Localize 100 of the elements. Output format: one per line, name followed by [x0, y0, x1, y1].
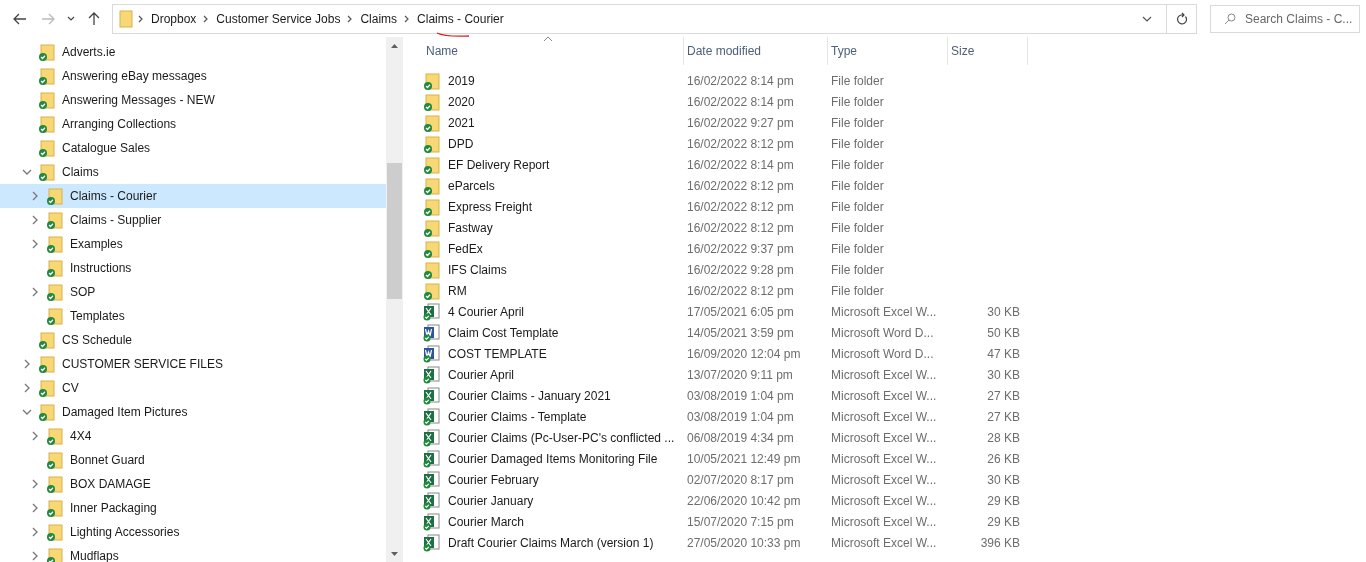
size-cell-text: 396 KB	[979, 535, 1020, 550]
tree-item[interactable]: SOP	[0, 280, 386, 304]
tree-item[interactable]: Lighting Accessories	[0, 520, 386, 544]
folder-icon	[46, 307, 64, 325]
file-name: 4 Courier April	[447, 304, 525, 319]
file-row[interactable]: Courier Claims - January 2021 03/08/2019 1:04 pm Microsoft Excel W... 27 KB	[423, 385, 1366, 406]
file-name: Courier February	[447, 472, 539, 487]
tree-item[interactable]: Arranging Collections	[0, 112, 386, 136]
chevron-right-icon[interactable]	[30, 431, 40, 441]
file-row[interactable]: Courier March 15/07/2020 7:15 pm Microsoft Excel W... 29 KB	[423, 511, 1366, 532]
chevron-down-icon[interactable]	[67, 15, 75, 22]
folder-icon	[38, 115, 56, 133]
file-row[interactable]: COST TEMPLATE 16/09/2020 12:04 pm Microsoft Word D... 47 KB	[423, 343, 1366, 364]
breadcrumb[interactable]: Claims - Courier	[413, 11, 508, 26]
file-row[interactable]: Courier April 13/07/2020 9:11 pm Microsoft Excel W... 30 KB	[423, 364, 1366, 385]
chevron-right-icon[interactable]	[30, 479, 40, 489]
breadcrumb[interactable]: Customer Service Jobs	[212, 11, 345, 26]
scroll-up-icon[interactable]	[390, 42, 399, 49]
dropdown-icon[interactable]	[1142, 15, 1152, 22]
chevron-right-icon[interactable]	[30, 191, 40, 201]
type-cell-text: File folder	[830, 241, 885, 256]
type-cell-text: File folder	[830, 73, 885, 88]
file-row[interactable]: Courier Claims (Pc-User-PC's conflicted ... 06/08/2019 4:34 pm Microsoft Excel W... 28 KB	[423, 427, 1366, 448]
scrollbar-thumb[interactable]	[387, 163, 402, 299]
file-row[interactable]: 2019 16/02/2022 8:14 pm File folder	[423, 70, 1366, 91]
tree-item[interactable]: Templates	[0, 304, 386, 328]
size-cell-text: 27 KB	[986, 409, 1020, 424]
search-field[interactable]: Search Claims - C...	[1210, 4, 1360, 33]
folder-icon	[423, 71, 441, 90]
file-row[interactable]: FedEx 16/02/2022 9:37 pm File folder	[423, 238, 1366, 259]
tree-item[interactable]: Bonnet Guard	[0, 448, 386, 472]
tree-item[interactable]: Catalogue Sales	[0, 136, 386, 160]
file-row[interactable]: Courier January 22/06/2020 10:42 pm Microsoft Excel W... 29 KB	[423, 490, 1366, 511]
type-cell-text: Microsoft Excel W...	[830, 514, 938, 529]
file-row[interactable]: eParcels 16/02/2022 8:12 pm File folder	[423, 175, 1366, 196]
file-row[interactable]: Courier Damaged Items Monitoring File 10/05/2021 12:49 pm Microsoft Excel W... 26 KB	[423, 448, 1366, 469]
chevron-right-icon[interactable]	[30, 527, 40, 537]
chevron-down-icon[interactable]	[22, 407, 32, 417]
tree-item[interactable]: CS Schedule	[0, 328, 386, 352]
type-cell-text: File folder	[830, 136, 885, 151]
tree-item[interactable]: Inner Packaging	[0, 496, 386, 520]
tree-item[interactable]: Adverts.ie	[0, 40, 386, 64]
file-row[interactable]: EF Delivery Report 16/02/2022 8:14 pm File folder	[423, 154, 1366, 175]
type-cell-text: Microsoft Excel W...	[830, 472, 938, 487]
file-row[interactable]: DPD 16/02/2022 8:12 pm File folder	[423, 133, 1366, 154]
column-header[interactable]: Date modified	[684, 37, 828, 65]
tree-item[interactable]: Claims - Courier	[0, 184, 386, 208]
back-arrow-icon[interactable]	[13, 12, 27, 25]
breadcrumb[interactable]: Claims	[356, 11, 402, 26]
file-row[interactable]: Claim Cost Template 14/05/2021 3:59 pm Microsoft Word D... 50 KB	[423, 322, 1366, 343]
tree-item[interactable]: Answering Messages - NEW	[0, 88, 386, 112]
address-bar[interactable]: Dropbox Customer Service Jobs Claims Claims - Courier	[112, 3, 1197, 34]
column-header[interactable]: Name	[423, 37, 684, 65]
file-row[interactable]: 4 Courier April 17/05/2021 6:05 pm Microsoft Excel W... 30 KB	[423, 301, 1366, 322]
scrollbar[interactable]	[386, 37, 403, 562]
file-row[interactable]: 2020 16/02/2022 8:14 pm File folder	[423, 91, 1366, 112]
file-row[interactable]: IFS Claims 16/02/2022 9:28 pm File folder	[423, 259, 1366, 280]
tree-item[interactable]: Claims	[0, 160, 386, 184]
excel-spreadsheet-icon	[423, 407, 441, 426]
folder-icon	[46, 259, 64, 277]
word-document-icon	[423, 323, 441, 342]
tree-item[interactable]: Answering eBay messages	[0, 64, 386, 88]
column-header[interactable]: Type	[828, 37, 948, 65]
column-header[interactable]: Size	[948, 37, 1028, 65]
file-row[interactable]: Draft Courier Claims March (version 1) 27/05/2020 10:33 pm Microsoft Excel W... 396 KB	[423, 532, 1366, 553]
tree-item[interactable]: Instructions	[0, 256, 386, 280]
folder-icon	[423, 134, 441, 153]
tree-item[interactable]: Examples	[0, 232, 386, 256]
chevron-right-icon[interactable]	[22, 383, 32, 393]
file-row[interactable]: RM 16/02/2022 8:12 pm File folder	[423, 280, 1366, 301]
chevron-right-icon[interactable]	[22, 359, 32, 369]
refresh-icon[interactable]	[1175, 12, 1188, 25]
excel-spreadsheet-icon	[423, 302, 441, 321]
file-row[interactable]: Express Freight 16/02/2022 8:12 pm File folder	[423, 196, 1366, 217]
date-cell-text: 16/02/2022 8:12 pm	[686, 283, 795, 298]
chevron-right-icon[interactable]	[30, 215, 40, 225]
scroll-down-icon[interactable]	[390, 550, 399, 557]
up-arrow-icon[interactable]	[88, 11, 100, 26]
tree-item[interactable]: Mudflaps	[0, 544, 386, 562]
date-cell-text: 14/05/2021 3:59 pm	[686, 325, 795, 340]
tree-item[interactable]: CV	[0, 376, 386, 400]
chevron-right-icon[interactable]	[30, 551, 40, 561]
tree-item[interactable]: Claims - Supplier	[0, 208, 386, 232]
file-row[interactable]: Courier Claims - Template 03/08/2019 1:04 pm Microsoft Excel W... 27 KB	[423, 406, 1366, 427]
tree-item[interactable]: 4X4	[0, 424, 386, 448]
excel-spreadsheet-icon	[423, 470, 441, 489]
chevron-right-icon	[347, 14, 354, 23]
tree-item[interactable]: Damaged Item Pictures	[0, 400, 386, 424]
chevron-down-icon[interactable]	[22, 167, 32, 177]
breadcrumb[interactable]: Dropbox	[147, 11, 201, 26]
file-row[interactable]: 2021 16/02/2022 9:27 pm File folder	[423, 112, 1366, 133]
tree-item[interactable]: BOX DAMAGE	[0, 472, 386, 496]
chevron-right-icon[interactable]	[30, 503, 40, 513]
sort-ascending-icon	[543, 36, 553, 42]
chevron-right-icon[interactable]	[30, 239, 40, 249]
file-row[interactable]: Courier February 02/07/2020 8:17 pm Microsoft Excel W... 30 KB	[423, 469, 1366, 490]
chevron-right-icon[interactable]	[30, 287, 40, 297]
file-row[interactable]: Fastway 16/02/2022 8:12 pm File folder	[423, 217, 1366, 238]
tree-item[interactable]: CUSTOMER SERVICE FILES	[0, 352, 386, 376]
folder-icon	[46, 523, 64, 541]
